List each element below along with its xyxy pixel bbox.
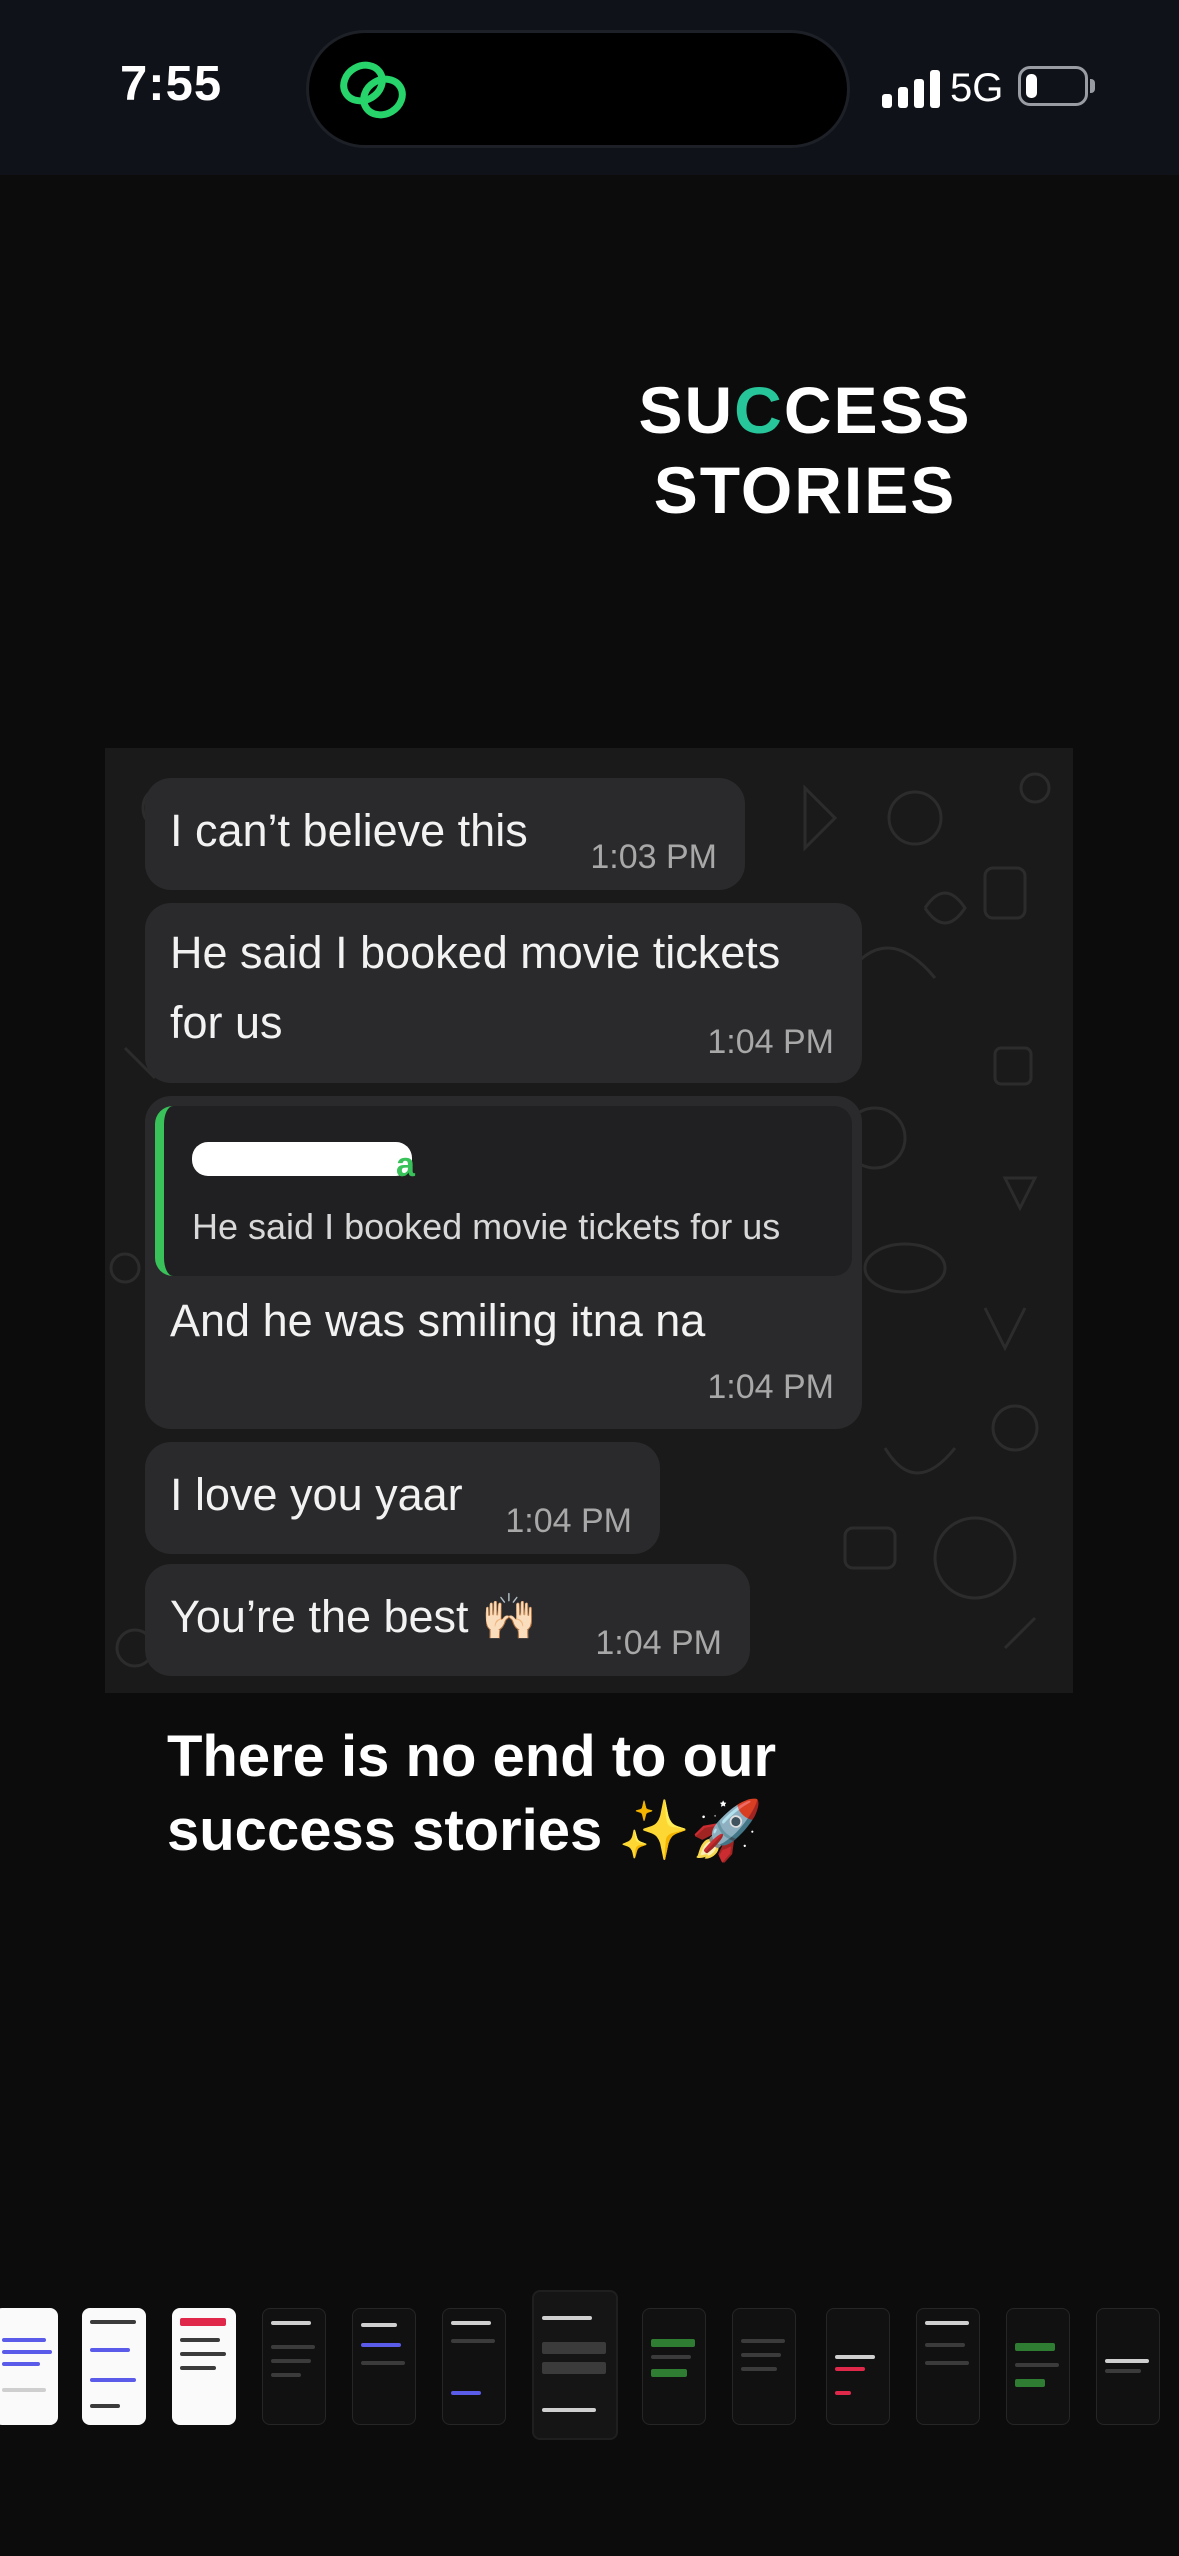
message-timestamp: 1:04 PM — [707, 1023, 834, 1061]
story-caption: There is no end to our success stories ✨… — [167, 1720, 776, 1868]
story-thumbnail[interactable] — [1096, 2308, 1160, 2425]
dynamic-island[interactable] — [306, 30, 850, 148]
quoted-message: a He said I booked movie tickets for us — [155, 1106, 852, 1276]
battery-icon — [1018, 66, 1095, 106]
story-caption-line1: There is no end to our — [167, 1724, 777, 1789]
clock-time: 7:55 — [120, 57, 223, 111]
message-text: You’re the best 🙌🏻 — [170, 1591, 538, 1642]
status-bar: 7:55 5G — [0, 0, 1179, 175]
story-thumbnail[interactable] — [82, 2308, 146, 2425]
redacted-sender-name — [192, 1142, 412, 1176]
story-thumbnail[interactable] — [0, 2308, 58, 2425]
chat-message: I can’t believe this 1:03 PM — [145, 778, 745, 890]
chat-message: He said I booked movie tickets for us 1:… — [145, 903, 862, 1083]
chat-message-reply: a He said I booked movie tickets for us … — [145, 1096, 862, 1429]
story-thumbnail[interactable] — [642, 2308, 706, 2425]
message-text-line1: He said I booked movie tickets — [170, 927, 781, 978]
story-thumbnail-strip[interactable] — [0, 2260, 1179, 2460]
chat-message: You’re the best 🙌🏻 1:04 PM — [145, 1564, 750, 1676]
story-title: SUCCESS STORIES — [620, 370, 990, 530]
message-text: I can’t believe this — [170, 805, 528, 856]
story-caption-line2: success stories ✨🚀 — [167, 1798, 763, 1863]
story-thumbnail[interactable] — [352, 2308, 416, 2425]
message-timestamp: 1:04 PM — [505, 1502, 632, 1540]
cellular-signal-icon — [882, 70, 940, 108]
story-thumbnail[interactable] — [442, 2308, 506, 2425]
message-timestamp: 1:03 PM — [590, 838, 717, 876]
message-text-line2: for us — [170, 997, 283, 1048]
redacted-sender-name-tail: a — [396, 1146, 415, 1184]
link-rings-icon — [340, 61, 406, 119]
battery-level — [1026, 74, 1037, 98]
story-thumbnail[interactable] — [1006, 2308, 1070, 2425]
network-type: 5G — [950, 66, 1004, 110]
message-text: I love you yaar — [170, 1469, 463, 1520]
story-thumbnail[interactable] — [732, 2308, 796, 2425]
chat-message: I love you yaar 1:04 PM — [145, 1442, 660, 1554]
quoted-text: He said I booked movie tickets for us — [192, 1206, 781, 1247]
chat-screenshot: I can’t believe this 1:03 PM He said I b… — [105, 748, 1073, 1693]
story-title-line1: SUCCESS — [638, 373, 972, 447]
message-text: And he was smiling itna na — [170, 1295, 706, 1346]
message-timestamp: 1:04 PM — [707, 1368, 834, 1406]
story-thumbnail[interactable] — [826, 2308, 890, 2425]
story-title-line2: STORIES — [653, 453, 957, 527]
story-thumbnail-active[interactable] — [532, 2290, 618, 2440]
story-thumbnail[interactable] — [172, 2308, 236, 2425]
story-thumbnail[interactable] — [262, 2308, 326, 2425]
message-timestamp: 1:04 PM — [595, 1624, 722, 1662]
story-thumbnail[interactable] — [916, 2308, 980, 2425]
